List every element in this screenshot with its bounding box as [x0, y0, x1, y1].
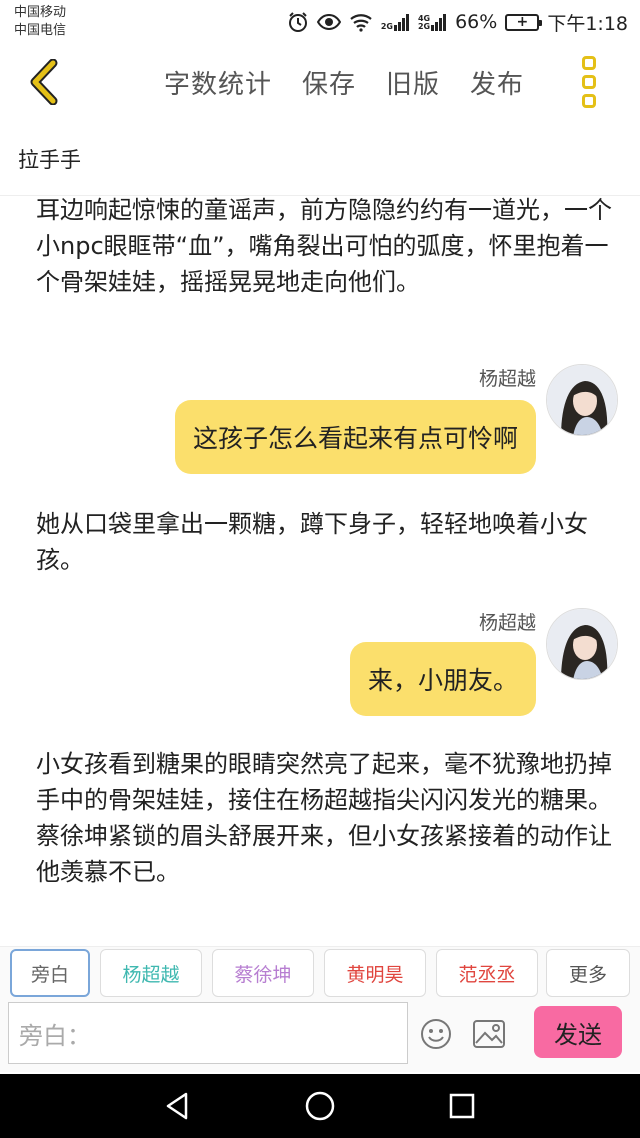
role-label: 蔡徐坤: [234, 963, 292, 986]
dialogue-bubble[interactable]: 来，小朋友。: [349, 642, 536, 716]
input-row: 旁白： 发送: [0, 1000, 640, 1072]
message-input[interactable]: 旁白：: [8, 1002, 408, 1064]
role-button-caixukun[interactable]: 蔡徐坤: [212, 949, 314, 997]
role-selector: 旁白 杨超越 蔡徐坤 黄明昊 范丞丞 更多: [0, 946, 640, 1000]
role-button-fanchengcheng[interactable]: 范丞丞: [436, 949, 538, 997]
wifi-icon: [349, 12, 373, 32]
narration-block[interactable]: 她从口袋里拿出一颗糖，蹲下身子，轻轻地唤着小女孩。: [36, 506, 616, 578]
eye-icon: [316, 13, 341, 31]
net-type-2: 4G 2G: [418, 15, 430, 31]
carrier-2: 中国电信: [14, 23, 67, 38]
role-label: 杨超越: [122, 963, 180, 986]
recents-square-icon[interactable]: [446, 1090, 478, 1122]
speaker-name: 杨超越: [478, 612, 536, 634]
carrier-info: 中国移动 中国电信: [14, 4, 66, 40]
battery-percent: 66%: [455, 11, 498, 33]
more-icon-dot: [582, 75, 596, 89]
toolbar-actions: 字数统计 保存 旧版 发布: [164, 64, 524, 101]
signal-1-icon: 2G: [381, 13, 410, 31]
carrier-1: 中国移动: [14, 5, 67, 20]
role-label: 范丞丞: [458, 963, 516, 986]
home-circle-icon[interactable]: [304, 1090, 336, 1122]
more-roles-button[interactable]: 更多: [546, 949, 630, 997]
send-button[interactable]: 发送: [534, 1006, 622, 1058]
more-menu-button[interactable]: [578, 54, 600, 110]
role-label: 旁白: [30, 963, 69, 986]
system-nav-bar: [0, 1074, 640, 1138]
role-label: 黄明昊: [346, 963, 404, 986]
back-triangle-icon[interactable]: [162, 1090, 194, 1122]
avatar[interactable]: [546, 364, 618, 436]
image-icon[interactable]: [472, 1018, 506, 1050]
more-icon-dot: [582, 94, 596, 108]
narration-block[interactable]: 耳边响起惊悚的童谣声，前方隐隐约约有一道光，一个小npc眼眶带“血”，嘴角裂出可…: [36, 196, 616, 300]
net-type-1: 2G: [380, 22, 393, 31]
role-button-narrator[interactable]: 旁白: [10, 949, 90, 997]
editor-toolbar: 字数统计 保存 旧版 发布: [0, 44, 640, 126]
role-label: 更多: [568, 963, 607, 986]
avatar[interactable]: [546, 608, 618, 680]
status-bar: 中国移动 中国电信 2G 4G 2G 66% + 下午1:18: [0, 0, 640, 44]
old-version-button[interactable]: 旧版: [386, 64, 440, 101]
narration-block[interactable]: 小女孩看到糖果的眼睛突然亮了起来，毫不犹豫地扔掉手中的骨架娃娃，接住在杨超越指尖…: [36, 746, 616, 890]
clock: 下午1:18: [547, 12, 628, 35]
chevron-left-icon: [30, 59, 58, 105]
status-icons: 2G 4G 2G 66% + 下午1:18: [287, 8, 628, 36]
signal-2-icon: 4G 2G: [418, 13, 447, 31]
speaker-name: 杨超越: [478, 368, 536, 390]
role-button-yangchaoyue[interactable]: 杨超越: [100, 949, 202, 997]
story-content[interactable]: 耳边响起惊悚的童谣声，前方隐隐约约有一道光，一个小npc眼眶带“血”，嘴角裂出可…: [0, 196, 640, 946]
dialogue-bubble[interactable]: 这孩子怎么看起来有点可怜啊: [174, 400, 536, 474]
role-button-huangminghao[interactable]: 黄明昊: [324, 949, 426, 997]
publish-button[interactable]: 发布: [470, 64, 524, 101]
back-button[interactable]: [20, 58, 68, 106]
emoji-icon[interactable]: [420, 1018, 452, 1050]
avatar-image: [547, 365, 617, 435]
alarm-icon: [287, 11, 309, 33]
title-row: 拉手手: [0, 126, 640, 196]
story-title[interactable]: 拉手手: [18, 144, 81, 174]
more-icon-dot: [582, 56, 596, 70]
net-type-2-bottom: 2G: [417, 22, 431, 31]
battery-icon: +: [505, 13, 543, 31]
avatar-image: [547, 609, 617, 679]
word-count-button[interactable]: 字数统计: [164, 64, 272, 101]
save-button[interactable]: 保存: [302, 64, 356, 101]
